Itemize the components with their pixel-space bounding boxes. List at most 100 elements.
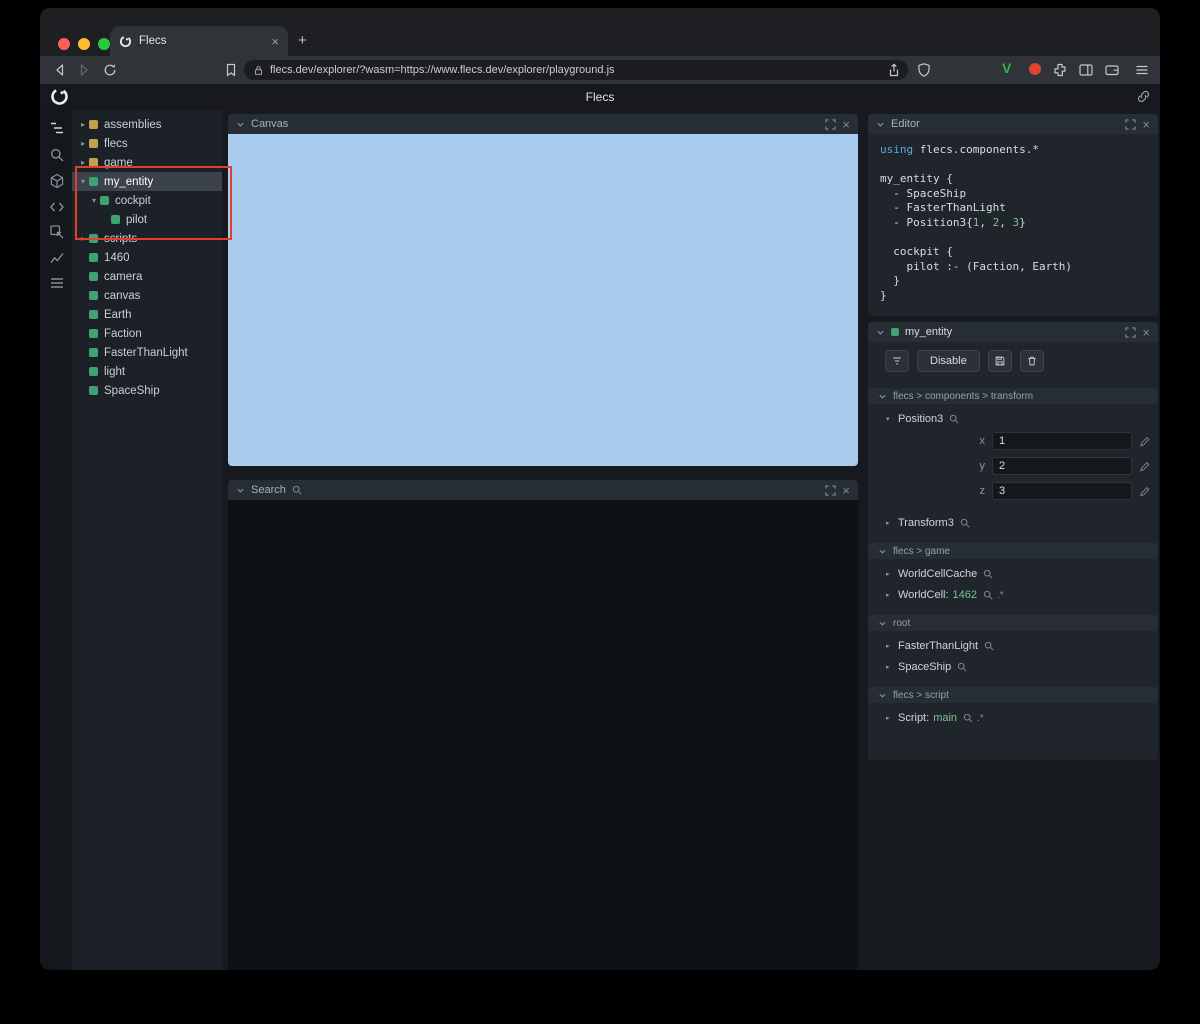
component-row[interactable]: ▸ Transform3 xyxy=(868,517,1158,529)
tree-item-cockpit[interactable]: ▾ cockpit xyxy=(72,191,222,210)
component-row[interactable]: ▸ SpaceShip xyxy=(868,661,1158,673)
tree-item-my_entity[interactable]: ▾ my_entity xyxy=(72,172,222,191)
field-input-y[interactable] xyxy=(992,457,1132,475)
expander-icon[interactable]: ▸ xyxy=(886,519,894,527)
bookmark-icon[interactable] xyxy=(223,62,239,78)
expander-icon[interactable]: ▸ xyxy=(78,120,88,129)
stats-chart-icon[interactable] xyxy=(49,249,65,265)
chevron-down-icon[interactable] xyxy=(236,486,245,495)
browser-tab-flecs[interactable]: Flecs × xyxy=(110,26,288,56)
field-input-z[interactable] xyxy=(992,482,1132,500)
tree-item-label: game xyxy=(104,156,133,169)
close-tab-icon[interactable]: × xyxy=(271,35,279,48)
edit-icon[interactable] xyxy=(1139,461,1150,472)
sidebar-toggle-icon[interactable] xyxy=(1078,62,1094,78)
expander-icon[interactable]: ▾ xyxy=(78,177,88,186)
close-panel-icon[interactable]: × xyxy=(842,118,850,131)
component-group-header[interactable]: root xyxy=(868,615,1158,631)
component-group-header[interactable]: flecs > game xyxy=(868,543,1158,559)
inspector-icon[interactable] xyxy=(49,224,65,240)
close-window-button[interactable] xyxy=(58,38,70,50)
vue-devtools-extension-icon[interactable]: V xyxy=(1002,60,1011,76)
close-panel-icon[interactable]: × xyxy=(1142,326,1150,339)
expander-icon[interactable]: ▸ xyxy=(78,158,88,167)
permalink-icon[interactable] xyxy=(1136,89,1151,104)
expander-icon[interactable]: ▸ xyxy=(78,234,88,243)
entity-icon xyxy=(89,310,98,319)
new-tab-button[interactable]: + xyxy=(298,32,307,49)
tree-item-Earth[interactable]: Earth xyxy=(72,305,222,324)
expander-icon[interactable]: ▸ xyxy=(78,139,88,148)
extensions-puzzle-icon[interactable] xyxy=(1052,62,1068,78)
expand-icon[interactable] xyxy=(825,118,837,130)
share-icon[interactable] xyxy=(886,62,902,78)
chevron-down-icon[interactable] xyxy=(876,120,885,129)
brave-shield-icon[interactable] xyxy=(916,62,932,78)
tree-item-pilot[interactable]: pilot xyxy=(72,210,222,229)
entity-tree-icon[interactable] xyxy=(49,120,65,136)
close-panel-icon[interactable]: × xyxy=(1142,118,1150,131)
expander-icon[interactable]: ▸ xyxy=(886,591,894,599)
code-icon[interactable] xyxy=(49,199,65,215)
search-icon[interactable] xyxy=(963,713,973,723)
search-icon[interactable] xyxy=(983,590,993,600)
expander-icon[interactable]: ▸ xyxy=(886,642,894,650)
expander-icon[interactable]: ▸ xyxy=(886,714,894,722)
component-row[interactable]: ▸ FasterThanLight xyxy=(868,640,1158,652)
component-group-header[interactable]: flecs > script xyxy=(868,687,1158,703)
tree-item-scripts[interactable]: ▸ scripts xyxy=(72,229,222,248)
chevron-down-icon[interactable] xyxy=(876,328,885,337)
tree-item-game[interactable]: ▸ game xyxy=(72,153,222,172)
disable-button[interactable]: Disable xyxy=(917,350,980,372)
component-row[interactable]: ▸ WorldCellCache xyxy=(868,568,1158,580)
back-icon[interactable] xyxy=(52,62,68,78)
search-icon[interactable] xyxy=(949,414,959,424)
extension-red-icon[interactable] xyxy=(1029,63,1041,75)
expander-icon[interactable]: ▸ xyxy=(886,570,894,578)
save-button[interactable] xyxy=(987,350,1012,372)
rows-list-icon[interactable] xyxy=(49,275,65,291)
forward-icon[interactable] xyxy=(76,62,92,78)
expand-icon[interactable] xyxy=(1125,118,1137,130)
tree-item-flecs[interactable]: ▸ flecs xyxy=(72,134,222,153)
component-row[interactable]: ▸ WorldCell: 1462 .* xyxy=(868,589,1158,601)
tree-item-FasterThanLight[interactable]: FasterThanLight xyxy=(72,343,222,362)
reload-icon[interactable] xyxy=(102,62,118,78)
expander-icon[interactable]: ▾ xyxy=(886,415,894,423)
expand-icon[interactable] xyxy=(1125,326,1137,338)
tree-item-1460[interactable]: 1460 xyxy=(72,248,222,267)
search-icon[interactable] xyxy=(983,569,993,579)
tree-item-canvas[interactable]: canvas xyxy=(72,286,222,305)
chevron-down-icon[interactable] xyxy=(236,120,245,129)
edit-icon[interactable] xyxy=(1139,486,1150,497)
component-row[interactable]: ▸ Script: main .* xyxy=(868,712,1158,724)
scene-cube-icon[interactable] xyxy=(49,173,65,189)
edit-icon[interactable] xyxy=(1139,436,1150,447)
inspector-toolbar: Disable xyxy=(868,342,1158,372)
tree-item-assemblies[interactable]: ▸ assemblies xyxy=(72,115,222,134)
tree-item-light[interactable]: light xyxy=(72,362,222,381)
search-icon[interactable] xyxy=(960,518,970,528)
search-icon[interactable] xyxy=(984,641,994,651)
field-input-x[interactable] xyxy=(992,432,1132,450)
query-search-icon[interactable] xyxy=(49,147,65,163)
address-bar[interactable]: flecs.dev/explorer/?wasm=https://www.fle… xyxy=(244,60,908,80)
expander-icon[interactable]: ▸ xyxy=(886,663,894,671)
expand-icon[interactable] xyxy=(825,484,837,496)
search-icon[interactable] xyxy=(957,662,967,672)
tree-item-Faction[interactable]: Faction xyxy=(72,324,222,343)
tree-item-SpaceShip[interactable]: SpaceShip xyxy=(72,381,222,400)
expander-icon[interactable]: ▾ xyxy=(89,196,99,205)
code-editor[interactable]: using flecs.components.* my_entity { - S… xyxy=(868,134,1158,304)
render-canvas[interactable] xyxy=(228,134,858,466)
minimize-window-button[interactable] xyxy=(78,38,90,50)
menu-hamburger-icon[interactable] xyxy=(1134,62,1150,78)
close-panel-icon[interactable]: × xyxy=(842,484,850,497)
tree-item-camera[interactable]: camera xyxy=(72,267,222,286)
zoom-window-button[interactable] xyxy=(98,38,110,50)
delete-button[interactable] xyxy=(1019,350,1044,372)
component-group-header[interactable]: flecs > components > transform xyxy=(868,388,1158,404)
filter-button[interactable] xyxy=(885,350,909,372)
wallet-icon[interactable] xyxy=(1104,62,1120,78)
component-row[interactable]: ▾ Position3 xyxy=(868,413,1158,425)
